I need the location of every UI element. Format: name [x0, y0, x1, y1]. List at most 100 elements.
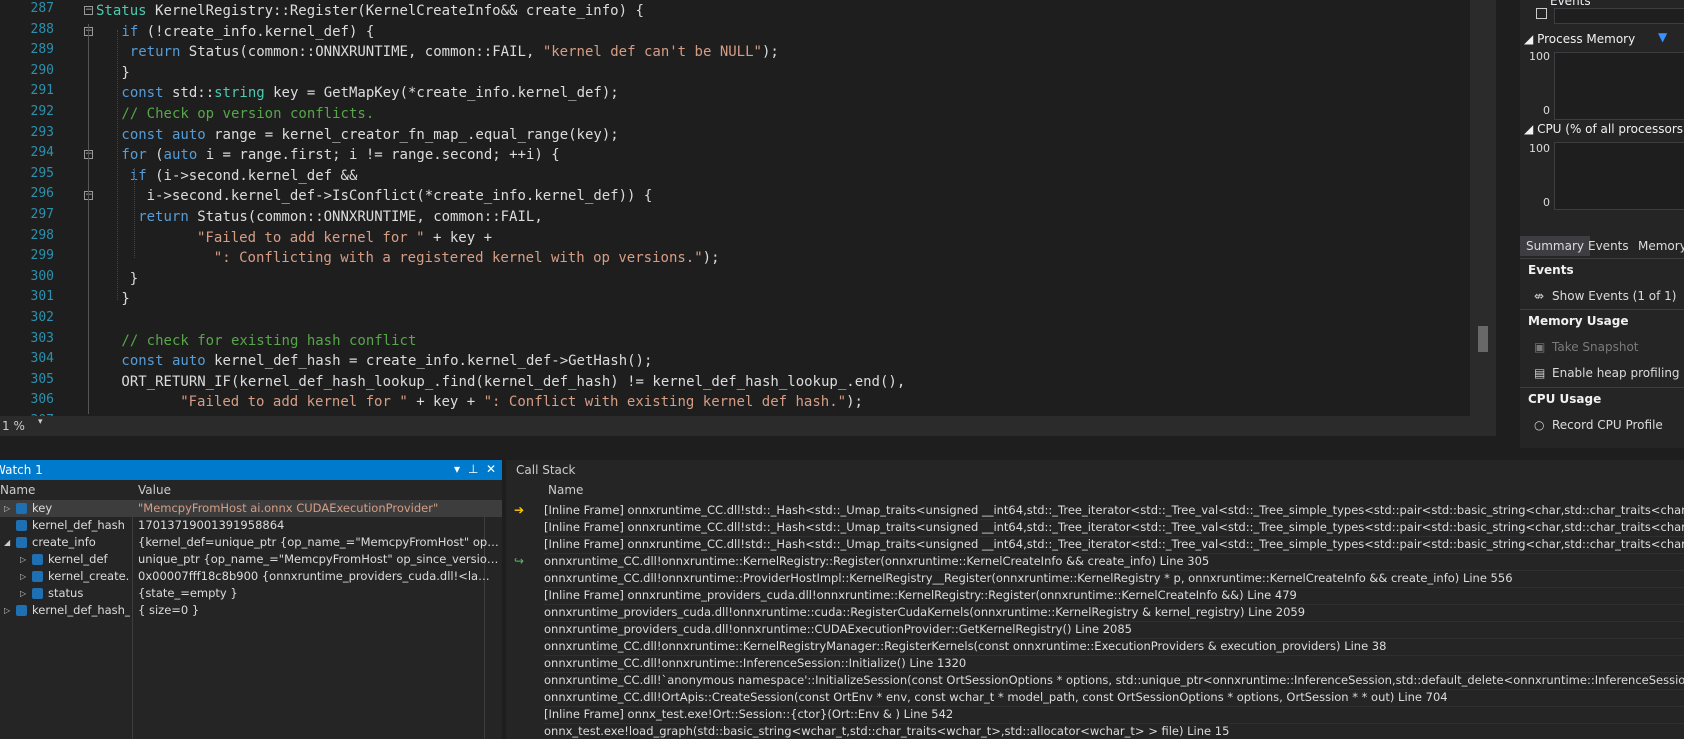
watch-title-bar[interactable]: Watch 1 ▾ ⊥ ✕ [0, 460, 502, 480]
take-snapshot-button[interactable]: ▣ Take Snapshot [1534, 340, 1639, 354]
code-line[interactable]: return Status(common::ONNXRUNTIME, commo… [130, 42, 779, 62]
code-line[interactable]: if (!create_info.kernel_def) { [121, 22, 374, 42]
collapse-icon[interactable]: ◢ [1524, 32, 1533, 46]
call-stack-frame[interactable]: [Inline Frame] onnx_test.exe!Ort::Sessio… [544, 706, 1684, 724]
memory-usage-title: Memory Usage [1528, 314, 1629, 328]
expand-icon[interactable]: ▷ [20, 568, 26, 585]
cpu-label: CPU (% of all processors) [1537, 122, 1684, 136]
zoom-dropdown-icon[interactable]: ▾ [38, 417, 43, 427]
call-stack-frame[interactable]: onnxruntime_CC.dll!`anonymous namespace'… [544, 672, 1684, 690]
code-area[interactable]: Status KernelRegistry::Register(KernelCr… [96, 0, 1466, 436]
code-line[interactable]: } [130, 269, 138, 289]
call-stack-frame[interactable]: [Inline Frame] onnxruntime_CC.dll!std::_… [544, 536, 1684, 554]
code-line[interactable]: "Failed to add kernel for " + key + [197, 228, 492, 248]
expand-icon[interactable]: ▷ [4, 500, 10, 517]
fold-toggle-icon[interactable]: − [84, 6, 93, 15]
call-stack-frame[interactable]: onnx_test.exe!load_graph(std::basic_stri… [544, 723, 1684, 739]
code-line[interactable]: ": Conflicting with a registered kernel … [214, 248, 720, 268]
watch-row[interactable]: ◢ create_info {kernel_def=unique_ptr {op_n… [0, 534, 502, 551]
code-line[interactable]: const std::string key = GetMapKey(*creat… [121, 83, 618, 103]
code-token: KernelRegistry::Register(KernelCreateInf… [155, 3, 644, 19]
record-cpu-profile-button[interactable]: ○ Record CPU Profile [1534, 418, 1663, 432]
zoom-level[interactable]: 1 % [2, 419, 25, 433]
watch-value[interactable]: 0x00007fff18c8b900 {onnxruntime_provider… [138, 568, 500, 585]
watch-name: kernel_create... [48, 569, 130, 583]
call-stack-frame[interactable]: onnxruntime_CC.dll!onnxruntime::Provider… [544, 570, 1684, 588]
watch-grid[interactable]: Name Value ▷ key "MemcpyFromHost ai.onnx C… [0, 480, 502, 739]
line-number: 303 [30, 330, 54, 346]
tab-events[interactable]: Events [1588, 239, 1629, 253]
expand-icon[interactable]: ▷ [20, 585, 26, 602]
watch-value[interactable]: {kernel_def=unique_ptr {op_name_="Memcpy… [138, 534, 500, 551]
code-token: } [121, 291, 130, 308]
line-number: 295 [30, 165, 54, 181]
call-stack-frame[interactable]: [Inline Frame] onnxruntime_CC.dll!std::_… [544, 502, 1684, 520]
code-token: // Check op version conflicts. [121, 106, 375, 122]
call-stack-frame[interactable]: onnxruntime_CC.dll!OrtApis::CreateSessio… [544, 689, 1684, 707]
watch-name: status [48, 586, 84, 600]
call-stack-frame[interactable]: onnxruntime_providers_cuda.dll!onnxrunti… [544, 604, 1684, 622]
code-line[interactable]: return Status(common::ONNXRUNTIME, commo… [138, 207, 543, 227]
process-memory-header[interactable]: ◢ Process Memory [1524, 32, 1635, 46]
code-token: // check for existing hash conflict [121, 332, 417, 349]
vertical-scrollbar[interactable] [1470, 0, 1496, 436]
watch-row[interactable]: ▷ key "MemcpyFromHost ai.onnx CUDAExecutio… [0, 500, 502, 517]
close-icon[interactable]: ✕ [486, 462, 496, 476]
cpu-header[interactable]: ◢ CPU (% of all processors) [1524, 122, 1684, 136]
watch-row[interactable]: ▷ kernel_def_hash_... { size=0 } [0, 602, 502, 619]
code-line[interactable]: } [121, 63, 129, 83]
scrollbar-thumb[interactable] [1478, 326, 1488, 352]
editor-status-bar: 1 % ▾ [0, 416, 1496, 436]
watch-window: Watch 1 ▾ ⊥ ✕ Name Value ▷ key "MemcpyFrom… [0, 460, 502, 739]
code-line[interactable]: for (auto i = range.first; i != range.se… [121, 145, 559, 165]
expand-icon[interactable]: ▷ [4, 602, 10, 619]
watch-value[interactable]: unique_ptr {op_name_="MemcpyFromHost" op… [138, 551, 500, 568]
call-stack-frame[interactable]: [Inline Frame] onnxruntime_CC.dll!std::_… [544, 519, 1684, 537]
expand-icon[interactable]: ▷ [20, 551, 26, 568]
code-token: const auto [121, 126, 206, 143]
pin-icon[interactable]: ⊥ [468, 462, 478, 476]
show-events-link[interactable]: ⇎ Show Events (1 of 1) [1534, 289, 1676, 303]
call-stack-frame[interactable]: [Inline Frame] onnxruntime_providers_cud… [544, 587, 1684, 605]
watch-value[interactable]: {state_=empty } [138, 585, 500, 602]
variable-icon [32, 571, 43, 582]
code-line[interactable]: const auto range = kernel_creator_fn_map… [121, 125, 618, 145]
code-line[interactable]: } [121, 289, 129, 309]
tab-memory[interactable]: Memory [1638, 239, 1684, 253]
code-line[interactable]: // check for existing hash conflict [121, 331, 416, 351]
pause-icon[interactable] [1536, 8, 1547, 19]
watch-value[interactable]: "MemcpyFromHost ai.onnx CUDAExecutionPro… [138, 500, 500, 517]
code-editor[interactable]: 287−288−289 290 291 292 293 294−295 296−297 298… [0, 0, 1496, 436]
collapse-icon[interactable]: ◢ [4, 534, 10, 551]
code-line[interactable]: Status KernelRegistry::Register(KernelCr… [96, 1, 644, 21]
enable-heap-profiling-button[interactable]: ▤Enable heap profiling (af [1534, 366, 1684, 380]
column-header-name[interactable]: Name [548, 483, 583, 497]
call-stack-frame[interactable]: onnxruntime_CC.dll!onnxruntime::KernelRe… [544, 553, 1684, 571]
column-header-value[interactable]: Value [138, 480, 171, 500]
code-token: const auto [121, 353, 206, 370]
filter-icon[interactable]: ▼ [1658, 30, 1667, 44]
camera-icon: ▣ [1534, 340, 1546, 354]
code-line[interactable]: ORT_RETURN_IF(kernel_def_hash_lookup_.fi… [121, 372, 905, 392]
dropdown-icon[interactable]: ▾ [454, 462, 460, 476]
watch-row[interactable]: ▷ status {state_=empty } [0, 585, 502, 602]
code-line[interactable]: // Check op version conflicts. [121, 104, 374, 124]
watch-value[interactable]: 1701371900139195886​4 [138, 517, 500, 534]
code-line[interactable]: if (i->second.kernel_def && [130, 166, 358, 186]
line-number: 305 [30, 371, 54, 387]
code-line[interactable]: i->second.kernel_def->IsConflict(*create… [147, 186, 653, 206]
collapse-icon[interactable]: ◢ [1524, 122, 1533, 136]
watch-row[interactable]: ▷ kernel_def unique_ptr {op_name_="MemcpyF… [0, 551, 502, 568]
code-token: if [121, 23, 139, 40]
watch-row[interactable]: kernel_def_hash 1701371900139195886​4 [0, 517, 502, 534]
code-line[interactable]: const auto kernel_def_hash = create_info… [121, 351, 652, 371]
call-stack-frame[interactable]: onnxruntime_CC.dll!onnxruntime::Inferenc… [544, 655, 1684, 673]
code-line[interactable]: "Failed to add kernel for " + key + ": C… [180, 392, 863, 412]
call-stack-frame[interactable]: onnxruntime_CC.dll!onnxruntime::KernelRe… [544, 638, 1684, 656]
column-header-name[interactable]: Name [0, 480, 35, 500]
watch-value[interactable]: { size=0 } [138, 602, 500, 619]
watch-row[interactable]: ▷ kernel_create... 0x00007fff18c8b900 {onn… [0, 568, 502, 585]
tab-summary[interactable]: Summary [1520, 236, 1590, 256]
call-stack-frame[interactable]: onnxruntime_providers_cuda.dll!onnxrunti… [544, 621, 1684, 639]
code-token: "kernel def can't be NULL" [542, 44, 762, 61]
